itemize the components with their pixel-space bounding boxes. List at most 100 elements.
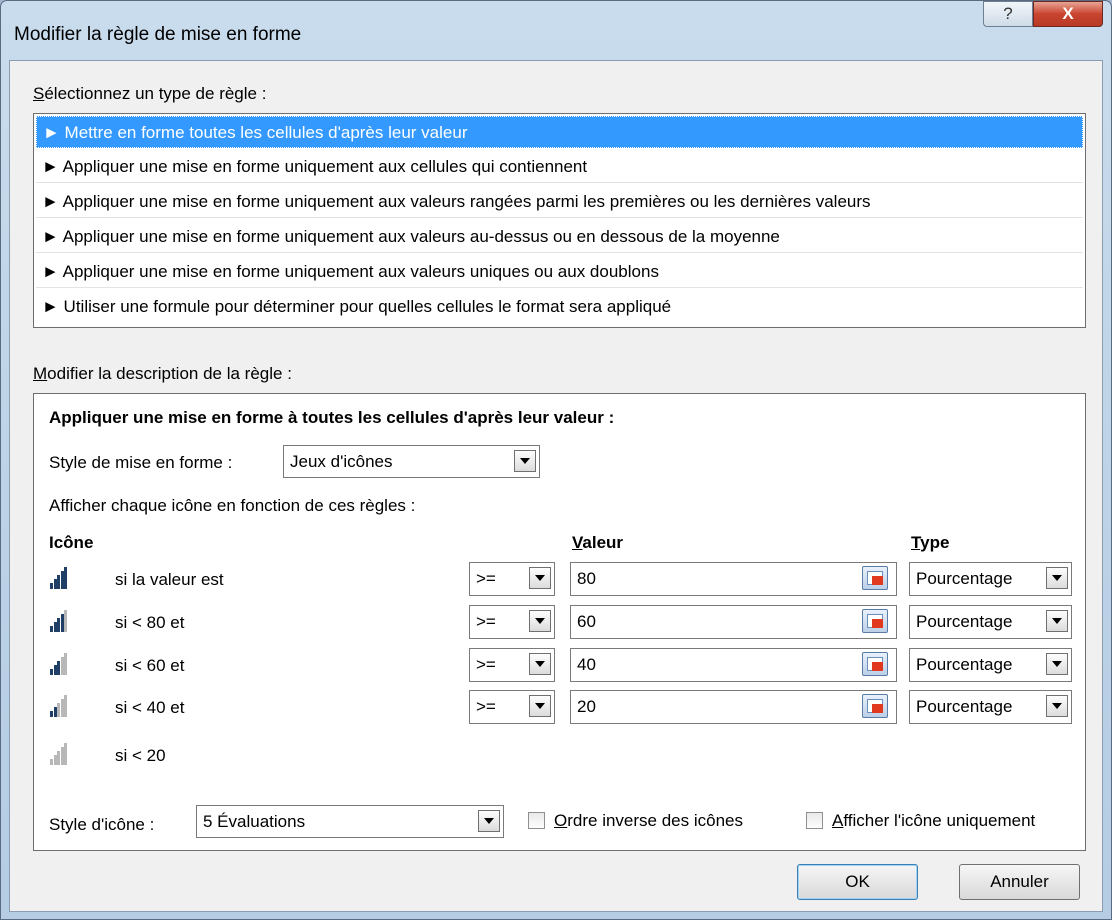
rule-condition: si < 80 et [115,613,185,632]
signal-bar [53,579,57,589]
chevron-down-icon[interactable] [529,610,551,632]
signal-bar [53,755,57,765]
rule-type-label-accesskey: S [33,84,45,103]
column-header-icon: Icône [49,533,94,552]
icon-only-checkbox[interactable] [806,812,823,829]
signal-bar [57,618,61,632]
type-dropdown[interactable]: Pourcentage [909,605,1072,639]
value-input[interactable]: 40 [570,648,897,682]
signal-bar [64,610,68,632]
chevron-down-icon[interactable] [1046,567,1068,589]
reverse-order-label[interactable]: Ordre inverse des icônes [554,811,743,831]
rule-type-label: Sélectionnez un type de règle : [33,84,266,104]
cell-reference-icon[interactable] [862,609,888,633]
chevron-down-icon[interactable] [1046,653,1068,675]
style-label: Style de mise en forme : [49,453,233,472]
type-value: Pourcentage [916,697,1013,716]
signal-bars-icon [50,653,68,675]
signal-bar [57,575,61,589]
signal-bars-icon [50,743,68,765]
signal-bar [53,707,57,717]
operator-value: >= [476,697,496,716]
reverse-order-label-text: rdre inverse des icônes [567,811,743,830]
icon-style-dropdown[interactable]: 5 Évaluations [196,805,504,838]
signal-bar [64,567,68,589]
value-text: 60 [577,612,596,631]
chevron-down-icon[interactable] [529,695,551,717]
signal-bar [57,751,61,765]
signal-bars-icon [50,567,68,589]
help-button[interactable]: ? [983,1,1033,27]
chevron-down-icon[interactable] [529,653,551,675]
icon-style-label: Style d'icône : [49,815,155,834]
rule-type-item[interactable]: ► Appliquer une mise en forme uniquement… [36,186,1083,218]
chevron-down-icon[interactable] [1046,695,1068,717]
type-dropdown[interactable]: Pourcentage [909,648,1072,682]
operator-value: >= [476,569,496,588]
icon-only-accesskey: A [832,811,844,830]
signal-bar [50,759,53,765]
chevron-down-icon[interactable] [478,810,500,832]
value-accesskey: V [572,533,583,552]
column-header-type-text: ype [920,533,950,552]
cell-reference-icon[interactable] [862,566,888,590]
rule-type-item[interactable]: ► Appliquer une mise en forme uniquement… [36,256,1083,288]
type-dropdown[interactable]: Pourcentage [909,562,1072,596]
chevron-down-icon[interactable] [514,450,536,472]
rules-caption: Afficher chaque icône en fonction de ces… [49,496,416,515]
icon-only-label[interactable]: Afficher l'icône uniquement [832,811,1035,831]
icon-only-label-text: fficher l'icône uniquement [843,811,1036,830]
signal-bar [57,703,61,717]
window-title: Modifier la règle de mise en forme [14,24,302,45]
type-value: Pourcentage [916,612,1013,631]
value-input[interactable]: 80 [570,562,897,596]
description-label-accesskey: M [33,364,48,383]
cell-reference-icon[interactable] [862,652,888,676]
close-button[interactable]: X [1033,1,1103,27]
signal-bar [60,657,64,675]
value-text: 20 [577,697,596,716]
signal-bar [64,695,68,717]
description-heading: Appliquer une mise en forme à toutes les… [49,408,615,427]
rule-type-list[interactable]: ► Mettre en forme toutes les cellules d'… [33,113,1086,328]
style-dropdown[interactable]: Jeux d'icônes [283,445,540,478]
signal-bar [53,622,57,632]
chevron-down-icon[interactable] [1046,610,1068,632]
rule-condition: si < 40 et [115,698,185,717]
operator-dropdown[interactable]: >= [469,562,555,596]
operator-dropdown[interactable]: >= [469,605,555,639]
rule-condition: si < 60 et [115,656,185,675]
signal-bar [57,661,61,675]
operator-value: >= [476,612,496,631]
column-header-value-text: aleur [582,533,624,552]
value-input[interactable]: 20 [570,690,897,724]
rule-type-item[interactable]: ► Appliquer une mise en forme uniquement… [36,151,1083,183]
ok-button[interactable]: OK [797,864,918,900]
reverse-order-checkbox[interactable] [528,812,545,829]
column-header-value: Valeur [572,533,623,553]
signal-bar [50,583,53,589]
signal-bar [64,653,68,675]
cell-reference-icon[interactable] [862,694,888,718]
style-dropdown-value: Jeux d'icônes [290,452,393,471]
column-header-type: Type [911,533,949,553]
rule-type-item[interactable]: ► Mettre en forme toutes les cellules d'… [36,116,1083,148]
rule-condition: si la valeur est [115,570,224,589]
reverse-accesskey: O [554,811,568,830]
chevron-down-icon[interactable] [529,567,551,589]
value-text: 40 [577,655,596,674]
cancel-button[interactable]: Annuler [959,864,1080,900]
value-input[interactable]: 60 [570,605,897,639]
value-text: 80 [577,569,596,588]
type-dropdown[interactable]: Pourcentage [909,690,1072,724]
rule-type-item[interactable]: ► Utiliser une formule pour déterminer p… [36,291,1083,323]
type-value: Pourcentage [916,655,1013,674]
operator-dropdown[interactable]: >= [469,648,555,682]
signal-bar [50,626,53,632]
type-accesskey: T [911,533,921,552]
description-label-text: odifier la description de la règle : [47,364,292,383]
signal-bar [64,743,68,765]
rule-type-item[interactable]: ► Appliquer une mise en forme uniquement… [36,221,1083,253]
icon-style-dropdown-value: 5 Évaluations [203,812,306,831]
operator-dropdown[interactable]: >= [469,690,555,724]
